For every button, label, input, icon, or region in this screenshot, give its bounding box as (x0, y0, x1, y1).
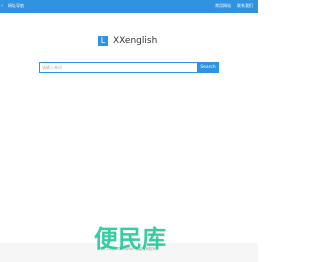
search-input[interactable]: 请输入单词 (39, 62, 198, 73)
nav-title-link[interactable]: 网址导航 (8, 2, 24, 10)
site-logo[interactable]: L XXenglish (98, 35, 157, 47)
logo-mark-icon: L (98, 36, 108, 46)
watermark-text: 便民库 (94, 226, 166, 252)
search-button[interactable]: Search (197, 62, 219, 73)
watermark-logo: 便民库 (94, 226, 166, 252)
top-navigation-bar: ‹ 网址导航 常用网站 联系我们 (0, 0, 258, 13)
header-link-contact[interactable]: 联系我们 (237, 2, 253, 10)
back-icon[interactable]: ‹ (1, 2, 3, 10)
logo-text: XXenglish (113, 36, 158, 46)
header-link-common-sites[interactable]: 常用网站 (215, 2, 231, 10)
